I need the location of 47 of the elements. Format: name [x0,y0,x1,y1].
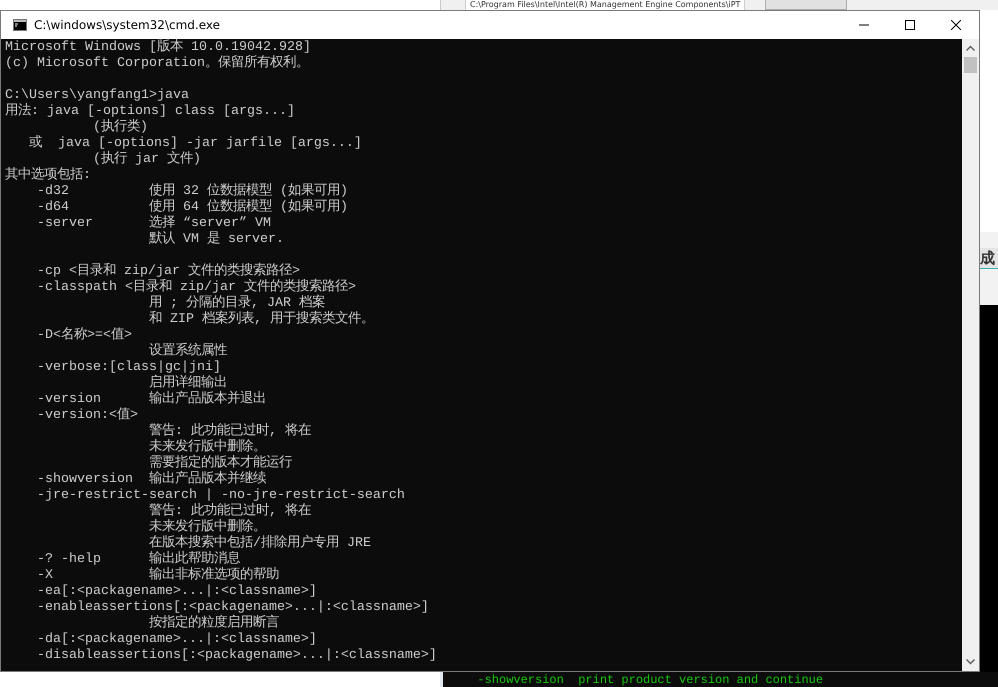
console-line: -jre-restrict-search | -no-jre-restrict-search [36,488,405,503]
console-line: 按指定的粒度启用断言 [148,616,279,632]
console-line: 警告: 此功能已过时, 将在 [148,504,311,519]
side-label: 成 [980,248,998,269]
console-line: -version:<值> [36,408,138,424]
console-line: -d64 使用 64 位数据模型 (如果可用) [36,200,348,215]
console-line: -server 选择 “server” VM [36,216,271,231]
console-line: Microsoft Windows [版本 10.0.19042.928] [5,40,311,55]
console-line: (c) Microsoft Corporation。保留所有权利。 [5,56,309,72]
console-line: -version 输出产品版本并退出 [36,392,266,408]
console-line: 和 ZIP 档案列表, 用于搜索类文件。 [148,312,374,328]
console-line: -da[:<packagename>...|:<classname>] [36,632,317,648]
maximize-icon [905,20,915,30]
console-line: 或 java [-options] -jar jarfile [args...] [28,136,362,151]
console-line: -? -help 输出此帮助消息 [36,552,240,567]
console-icon [13,19,27,31]
console-line: 需要指定的版本才能运行 [148,456,292,471]
console-line: 用法: java [-options] class [args...] [5,104,295,119]
console-line: -verbose:[class|gc|jni] [36,360,221,375]
console-line: 用 ; 分隔的目录, JAR 档案 [148,296,325,311]
console-line: 启用详细输出 [148,376,227,391]
console-line: (执行 jar 文件) [92,152,201,168]
console-line: -classpath <目录和 zip/jar 文件的类搜索路径> [36,280,356,295]
console-line: 默认 VM 是 server. [148,232,284,248]
close-icon [951,20,961,30]
console-line: 未来发行版中删除。 [148,520,266,535]
console-line: -cp <目录和 zip/jar 文件的类搜索路径> [36,264,300,279]
scroll-down-icon[interactable] [966,659,975,665]
path-text: C:\Program Files\Intel\Intel(R) Management Engine Components\iPT [465,0,746,10]
console-line: -d32 使用 32 位数据模型 (如果可用) [36,184,348,199]
window-title: C:\windows\system32\cmd.exe [34,18,221,32]
console-line: 其中选项包括: [5,168,91,184]
console-line: -enableassertions[:<packagename>...|:<classname>] [36,600,429,615]
console-line: -ea[:<packagename>...|:<classname>] [36,584,317,600]
console-line: -X 输出非标准选项的帮助 [36,568,279,584]
console-line: -disableassertions[:<packagename>...|:<classname>] [36,648,437,664]
console-line: 警告: 此功能已过时, 将在 [148,424,311,439]
console-line: 未来发行版中删除。 [148,440,266,455]
console-line: 在版本搜索中包括/排除用户专用 JRE [148,536,371,551]
console-line: -D<名称>=<值> [36,328,132,344]
console-line: (执行类) [92,120,148,136]
console-line: -showversion 输出产品版本并继续 [36,472,266,488]
console-line: 设置系统属性 [148,344,227,360]
scroll-up-icon[interactable] [966,45,975,51]
scroll-thumb[interactable] [964,57,977,73]
console-line: C:\Users\yangfang1>java [5,88,189,103]
terminal-line: -showversion print product version and continue [476,673,824,687]
